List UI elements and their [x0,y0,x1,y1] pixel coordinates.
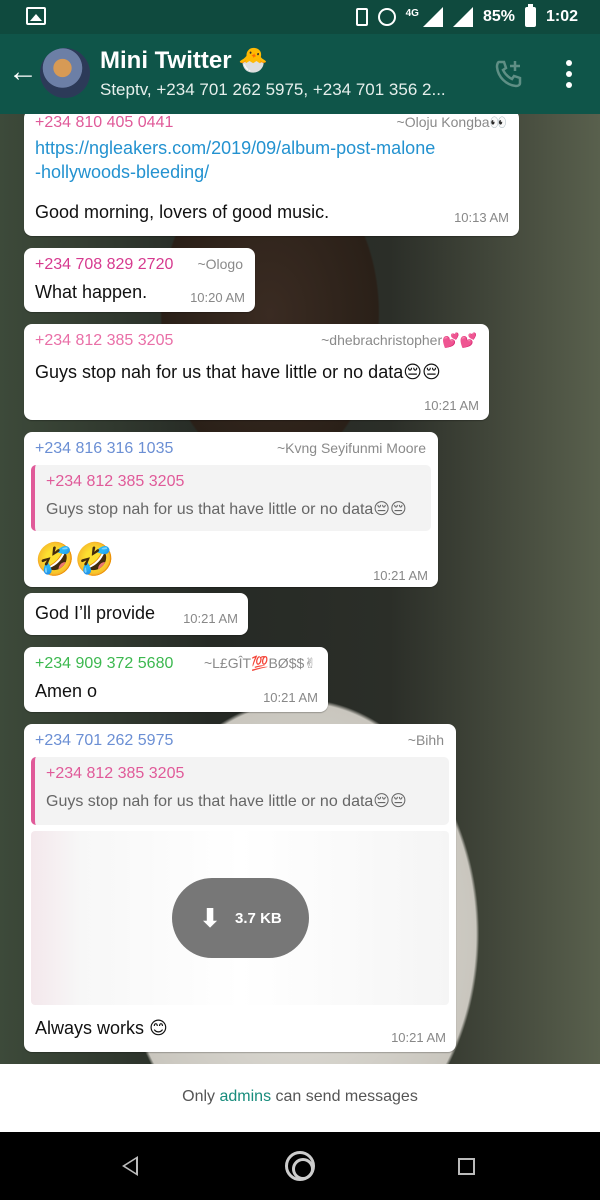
message-text: Always works 😊 [35,1018,168,1038]
message-time: 10:21 AM [263,690,318,705]
quoted-sender: +234 812 385 3205 [46,473,185,490]
system-nav-bar [0,1132,600,1200]
signal-icon-2 [452,7,473,27]
quoted-text: Guys stop nah for us that have little or… [46,501,407,518]
alarm-icon [377,8,396,26]
nav-home-icon[interactable] [285,1151,315,1181]
image-notification-icon [26,7,46,25]
media-preview[interactable]: ⬇ 3.7 KB [31,831,449,1005]
message-bubble[interactable]: +234 810 405 0441 ~Oloju Kongba👀 https:/… [24,114,519,236]
group-title[interactable]: Mini Twitter 🐣 [100,46,268,75]
notice-suffix: can send messages [271,1088,418,1105]
message-time: 10:21 AM [183,611,238,626]
message-bubble[interactable]: +234 708 829 2720 ~Ologo What happen. 10… [24,248,255,312]
sender-alias: ~L£GÎT💯BØ$$✌ [203,655,316,671]
message-bubble[interactable]: God I’ll provide 10:21 AM [24,593,248,635]
admins-link[interactable]: admins [220,1088,272,1105]
sender-alias: ~Oloju Kongba👀 [396,114,507,130]
sender-alias: ~Ologo [197,256,243,272]
battery-percent: 85% [482,8,515,25]
quoted-sender: +234 812 385 3205 [46,765,185,782]
sender-number[interactable]: +234 812 385 3205 [35,332,173,350]
group-members[interactable]: Steptv, +234 701 262 5975, +234 701 356 … [100,80,480,100]
sender-number[interactable]: +234 816 316 1035 [35,440,173,458]
add-call-icon[interactable] [493,58,525,90]
download-size: 3.7 KB [235,909,282,927]
message-time: 10:21 AM [391,1030,446,1045]
quoted-message[interactable]: +234 812 385 3205 Guys stop nah for us t… [31,465,431,531]
group-avatar[interactable] [40,48,90,98]
message-text: 🤣🤣 [35,541,115,577]
chat-area[interactable]: +234 810 405 0441 ~Oloju Kongba👀 https:/… [0,114,600,1064]
nav-recents-icon[interactable] [458,1158,475,1175]
message-text: What happen. [35,282,148,302]
download-button[interactable]: ⬇ 3.7 KB [172,878,309,958]
message-bubble[interactable]: +234 701 262 5975 ~Bihh +234 812 385 320… [24,724,456,1052]
quoted-message[interactable]: +234 812 385 3205 Guys stop nah for us t… [31,757,449,825]
nav-back-icon[interactable] [122,1156,138,1176]
message-bubble[interactable]: +234 816 316 1035 ~Kvng Seyifunmi Moore … [24,432,438,587]
signal-icon [422,7,443,27]
overflow-menu-icon[interactable] [559,60,579,88]
status-icons: 4G 85% 1:02 [355,0,578,34]
chat-header: ← Mini Twitter 🐣 Steptv, +234 701 262 59… [0,34,600,114]
sender-number[interactable]: +234 909 372 5680 [35,655,173,673]
message-bubble[interactable]: +234 909 372 5680 ~L£GÎT💯BØ$$✌ Amen o 10… [24,647,328,712]
notice-prefix: Only [182,1088,220,1105]
download-icon: ⬇ [199,902,222,933]
message-text: Guys stop nah for us that have little or… [35,362,441,382]
sender-number[interactable]: +234 810 405 0441 [35,114,173,132]
message-link[interactable]: https://ngleakers.com/2019/09/album-post… [35,136,435,184]
message-text: Amen o [35,681,98,701]
message-text: Good morning, lovers of good music. [35,202,330,222]
message-time: 10:21 AM [424,398,479,413]
message-time: 10:13 AM [454,210,509,225]
battery-icon [524,4,536,27]
sender-number[interactable]: +234 701 262 5975 [35,732,173,750]
link-line-1[interactable]: https://ngleakers.com/2019/09/album-post… [35,136,435,160]
admin-only-notice: Only admins can send messages [0,1064,600,1132]
network-type: 4G [405,7,419,19]
link-line-2[interactable]: -hollywoods-bleeding/ [35,160,435,184]
message-text: God I’ll provide [35,603,156,623]
message-time: 10:20 AM [190,290,245,305]
quoted-text: Guys stop nah for us that have little or… [46,793,407,810]
status-bar: 4G 85% 1:02 [0,0,600,34]
clock: 1:02 [545,8,578,25]
sender-number[interactable]: +234 708 829 2720 [35,256,173,274]
sender-alias: ~dhebrachristopher💕💕 [321,332,477,348]
back-arrow-icon[interactable]: ← [8,57,38,88]
vibrate-icon [355,8,368,26]
message-bubble[interactable]: +234 812 385 3205 ~dhebrachristopher💕💕 G… [24,324,489,420]
sender-alias: ~Bihh [407,732,444,748]
message-time: 10:21 AM [373,568,428,583]
sender-alias: ~Kvng Seyifunmi Moore [276,440,426,456]
